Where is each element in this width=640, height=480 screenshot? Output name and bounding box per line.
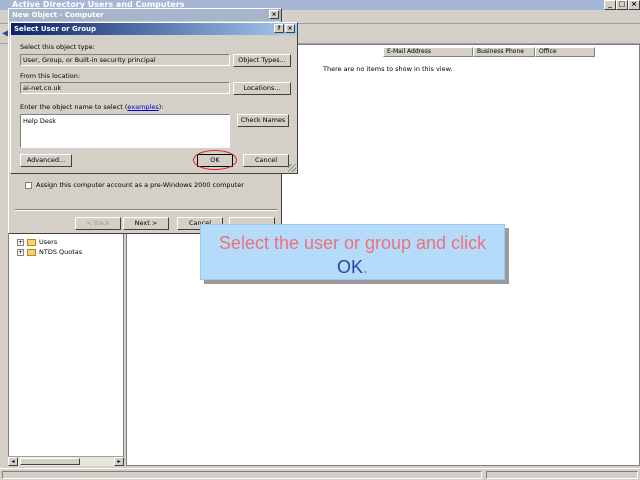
close-icon[interactable]: × — [269, 10, 279, 19]
close-button[interactable]: × — [628, 0, 640, 10]
select-user-or-group-dialog: Select User or Group ? × Select this obj… — [10, 22, 298, 174]
empty-list-message: There are no items to show in this view. — [323, 65, 453, 73]
enter-object-name-label: Enter the object name to select (example… — [20, 103, 163, 111]
back-button[interactable]: < Back — [75, 217, 121, 230]
minimize-button[interactable]: _ — [604, 0, 616, 10]
divider — [15, 209, 277, 211]
close-icon[interactable]: × — [285, 24, 295, 33]
status-bar — [0, 468, 640, 480]
location-label: From this location: — [20, 72, 81, 80]
assign-checkbox[interactable] — [25, 181, 32, 189]
tree-item-users[interactable]: + Users — [17, 237, 57, 247]
scroll-right-icon[interactable]: ▸ — [114, 457, 124, 466]
instruction-callout: Select the user or group and click OK. — [200, 224, 505, 280]
folder-icon — [27, 238, 36, 246]
select-dialog-titlebar: Select User or Group ? × — [11, 23, 297, 35]
maximize-button[interactable]: □ — [616, 0, 628, 10]
tree-item-label: NTDS Quotas — [39, 248, 83, 256]
select-cancel-button[interactable]: Cancel — [243, 154, 289, 167]
object-name-input[interactable]: Help Desk — [20, 114, 230, 148]
expand-icon[interactable]: + — [17, 248, 24, 256]
location-field: ai-net.co.uk — [20, 82, 230, 94]
scroll-thumb[interactable] — [20, 458, 80, 465]
object-type-field: User, Group, or Built-in security princi… — [20, 54, 230, 66]
new-object-titlebar: New Object - Computer × — [9, 9, 281, 21]
assign-label: Assign this computer account as a pre-Wi… — [36, 181, 244, 189]
callout-highlight: OK — [336, 257, 363, 277]
tree-item-label: Users — [39, 238, 58, 246]
advanced-button[interactable]: Advanced... — [20, 154, 72, 167]
object-types-button[interactable]: Object Types... — [233, 54, 291, 67]
check-names-button[interactable]: Check Names — [237, 114, 289, 127]
status-segment — [2, 471, 482, 479]
scroll-left-icon[interactable]: ◂ — [8, 457, 18, 466]
enter-label-suffix: ): — [158, 103, 164, 111]
column-header-email[interactable]: E-Mail Address — [383, 47, 473, 57]
ok-button[interactable]: OK — [197, 154, 233, 167]
folder-icon — [27, 248, 36, 256]
column-header-office[interactable]: Office — [535, 47, 595, 57]
assign-pre-win2000-option[interactable]: Assign this computer account as a pre-Wi… — [25, 181, 244, 189]
select-dialog-controls: ? × — [274, 24, 295, 33]
callout-text: Select the user or group and click — [218, 233, 487, 253]
select-dialog-title: Select User or Group — [14, 25, 97, 33]
column-header-business-phone[interactable]: Business Phone — [473, 47, 535, 57]
help-icon[interactable]: ? — [274, 24, 284, 33]
tree-item-ntds-quotas[interactable]: + NTDS Quotas — [17, 247, 82, 257]
enter-label-prefix: Enter the object name to select ( — [20, 103, 128, 111]
tree-horizontal-scrollbar[interactable]: ◂ ▸ — [8, 456, 124, 466]
status-segment — [486, 471, 638, 479]
callout-text-end: . — [363, 257, 369, 277]
expand-icon[interactable]: + — [17, 238, 24, 246]
new-object-title: New Object - Computer — [12, 11, 104, 19]
resize-grip-icon[interactable] — [288, 164, 296, 172]
object-type-label: Select this object type: — [20, 43, 95, 51]
next-button[interactable]: Next > — [123, 217, 169, 230]
window-controls: _ □ × — [604, 0, 640, 10]
examples-link[interactable]: examples — [127, 103, 158, 111]
locations-button[interactable]: Locations... — [233, 82, 291, 95]
